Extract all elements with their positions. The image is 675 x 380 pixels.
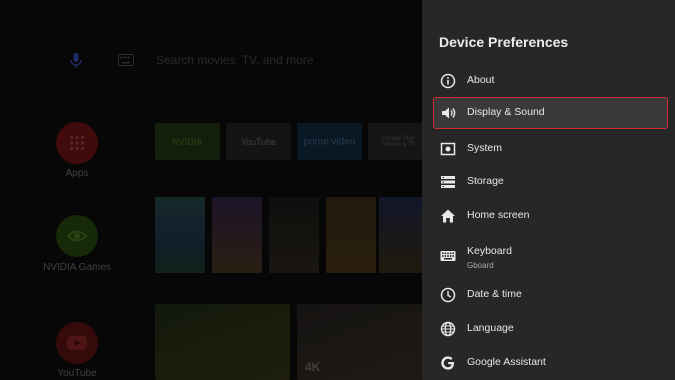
poster-5[interactable] — [379, 197, 422, 273]
tv-screen: Search movies, TV, and more Apps NVIDIA … — [0, 0, 675, 380]
storage-icon — [441, 176, 455, 188]
menu-item-display-sound[interactable]: Display & Sound — [433, 97, 668, 129]
youtube-label: YouTube — [57, 368, 97, 379]
prime-video-tile-label: prime video — [303, 136, 356, 147]
video-tile-1[interactable] — [155, 304, 290, 380]
speaker-icon — [442, 107, 456, 119]
menu-item-label: Keyboard — [467, 245, 512, 257]
nvidia-tile[interactable]: NVIDIA — [155, 123, 220, 160]
home-icon — [441, 209, 455, 223]
menu-item-sublabel: Gboard — [467, 261, 494, 270]
menu-item-label: System — [467, 142, 503, 154]
keyboard-search-icon[interactable] — [118, 54, 134, 66]
home-screen-background: Search movies, TV, and more Apps NVIDIA … — [0, 0, 422, 380]
nvidia-logo-icon — [66, 230, 88, 242]
nvidia-games-label: NVIDIA Games — [43, 262, 111, 273]
apps-label: Apps — [65, 168, 89, 179]
google-play-movies-tile-label: Google Play Movies & TV — [382, 135, 416, 148]
youtube-tile-label: YouTube — [240, 136, 277, 147]
menu-item-label: Google Assistant — [467, 356, 546, 368]
search-placeholder[interactable]: Search movies, TV, and more — [156, 53, 313, 67]
4k-badge: 4K — [305, 360, 321, 374]
globe-icon — [440, 321, 456, 337]
info-icon — [440, 73, 456, 89]
device-preferences-panel: Device Preferences About Display & Sound — [422, 0, 675, 380]
keyboard-icon — [440, 251, 456, 261]
apps-launcher[interactable] — [56, 122, 98, 164]
clock-icon — [440, 287, 456, 303]
youtube-app[interactable] — [56, 322, 98, 364]
prime-video-tile[interactable]: prime video — [297, 123, 362, 160]
menu-item-label: Storage — [467, 175, 504, 187]
menu-item-label: Language — [467, 322, 514, 334]
nvidia-games-app[interactable] — [56, 215, 98, 257]
menu-item-date-time[interactable]: Date & time — [433, 279, 668, 311]
google-play-movies-tile[interactable]: Google Play Movies & TV — [368, 123, 422, 160]
youtube-tile[interactable]: YouTube — [226, 123, 291, 160]
poster-1[interactable] — [155, 197, 205, 273]
microphone-icon[interactable] — [66, 50, 86, 70]
panel-title: Device Preferences — [439, 34, 569, 50]
menu-item-google-assistant[interactable]: Google Assistant — [433, 347, 668, 379]
video-tile-2[interactable]: 4K — [297, 304, 422, 380]
menu-item-keyboard[interactable]: Keyboard Gboard — [433, 240, 668, 272]
youtube-play-icon — [67, 336, 87, 350]
grid-icon — [70, 136, 84, 150]
menu-item-language[interactable]: Language — [433, 313, 668, 345]
menu-item-label: About — [467, 74, 495, 86]
nvidia-tile-label: NVIDIA — [172, 136, 203, 147]
menu-item-label: Home screen — [467, 209, 530, 221]
menu-item-label: Date & time — [467, 288, 522, 300]
menu-item-system[interactable]: System — [433, 133, 668, 165]
menu-item-home-screen[interactable]: Home screen — [433, 200, 668, 232]
system-icon — [440, 142, 456, 156]
menu-item-storage[interactable]: Storage — [433, 166, 668, 198]
poster-2[interactable] — [212, 197, 262, 273]
poster-3[interactable] — [269, 197, 319, 273]
menu-item-about[interactable]: About — [433, 65, 668, 97]
google-icon — [441, 356, 455, 370]
menu-item-label: Display & Sound — [467, 106, 545, 118]
poster-4[interactable] — [326, 197, 376, 273]
